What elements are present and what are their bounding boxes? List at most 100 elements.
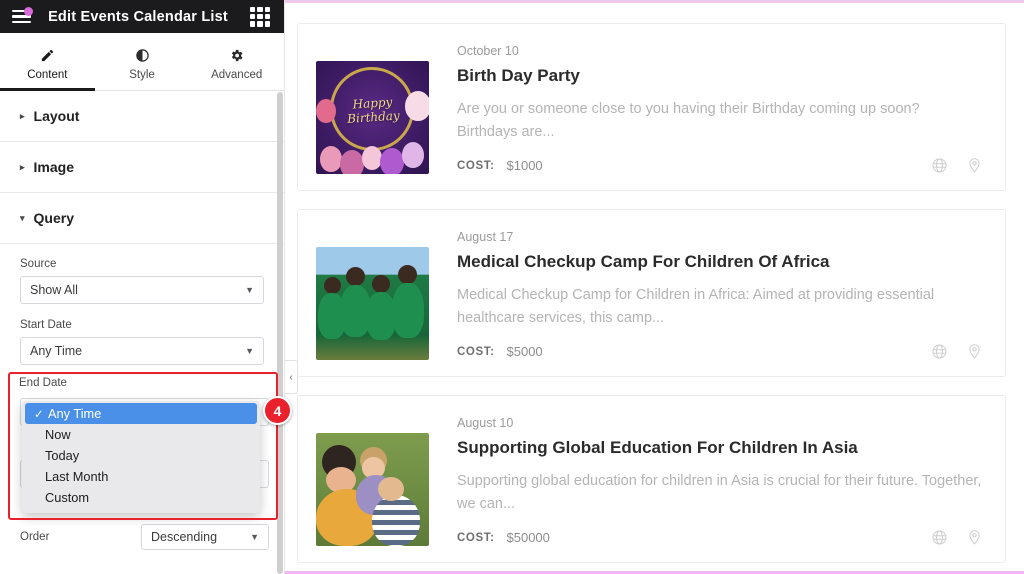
location-pin-icon[interactable]	[966, 529, 983, 546]
start-date-label: Start Date	[20, 319, 72, 331]
section-image[interactable]: ▸ Image	[0, 142, 284, 193]
order-row: Order Descending ▼	[20, 524, 269, 550]
event-title[interactable]: Supporting Global Education For Children…	[457, 438, 983, 458]
section-query-label: Query	[33, 210, 74, 226]
event-date: August 10	[457, 416, 514, 430]
event-title[interactable]: Birth Day Party	[457, 66, 983, 86]
gear-icon	[229, 47, 244, 64]
location-pin-icon[interactable]	[966, 343, 983, 360]
striped-shirt-shape	[372, 495, 420, 546]
event-card-body: August 10 Supporting Global Education Fo…	[457, 416, 983, 546]
balloon-shape	[405, 91, 429, 121]
dropdown-option-label: Custom	[45, 490, 90, 505]
balloon-shape	[340, 150, 364, 174]
person-head-shape	[372, 275, 390, 293]
cost-value: $50000	[506, 530, 550, 545]
notification-dot-icon	[24, 6, 33, 16]
event-card-body: August 17 Medical Checkup Camp For Child…	[457, 230, 983, 360]
tab-advanced-label: Advanced	[211, 68, 263, 81]
event-card-footer: COST: $5000	[457, 343, 983, 360]
event-date: October 10	[457, 44, 519, 58]
source-value: Show All	[30, 283, 78, 297]
event-date: August 17	[457, 230, 514, 244]
section-image-label: Image	[33, 159, 74, 175]
person-head-shape	[324, 277, 341, 294]
event-description: Are you or someone close to you having t…	[457, 101, 920, 141]
face-shape	[378, 477, 404, 501]
event-title[interactable]: Medical Checkup Camp For Children Of Afr…	[457, 252, 983, 272]
order-select[interactable]: Descending ▼	[141, 524, 269, 550]
balloon-shape	[402, 142, 424, 168]
panel-tabs: Content Style Advanced	[0, 33, 284, 91]
globe-icon[interactable]	[931, 529, 948, 546]
chevron-down-icon: ▾	[20, 212, 25, 223]
event-thumbnail-image	[316, 247, 429, 360]
tab-style[interactable]: Style	[95, 33, 190, 90]
panel-collapse-handle[interactable]: ‹	[285, 360, 298, 394]
cost-value: $1000	[506, 158, 543, 173]
tab-style-label: Style	[129, 68, 155, 81]
event-description: Supporting global education for children…	[457, 473, 982, 513]
annotation-step-badge: 4	[263, 396, 292, 425]
hamburger-menu-icon[interactable]	[8, 6, 34, 28]
balloon-shape	[316, 99, 336, 123]
dropdown-option-label: Today	[45, 448, 80, 463]
editor-window: Edit Events Calendar List Content Style	[0, 0, 1024, 574]
section-layout-label: Layout	[33, 108, 80, 124]
contrast-half-circle-icon	[135, 47, 150, 64]
dropdown-option-label: Any Time	[48, 406, 102, 421]
grid-apps-icon[interactable]	[250, 6, 270, 27]
tab-content[interactable]: Content	[0, 33, 95, 91]
event-card[interactable]: August 10 Supporting Global Education Fo…	[297, 395, 1006, 563]
pencil-icon	[40, 47, 55, 64]
cost-label: COST:	[457, 531, 495, 544]
event-card-icons	[931, 343, 983, 360]
balloon-shape	[362, 146, 382, 170]
location-pin-icon[interactable]	[966, 157, 983, 174]
event-card-icons	[931, 529, 983, 546]
chevron-right-icon: ▸	[20, 110, 25, 121]
event-card-footer: COST: $50000	[457, 529, 983, 546]
event-card-footer: COST: $1000	[457, 157, 983, 174]
event-card[interactable]: Happy Birthday October 10 Birth Day Party…	[297, 23, 1006, 191]
event-thumbnail-image	[316, 433, 429, 546]
section-layout[interactable]: ▸ Layout	[0, 91, 284, 142]
source-select[interactable]: Show All ▼	[20, 276, 264, 304]
event-card[interactable]: August 17 Medical Checkup Camp For Child…	[297, 209, 1006, 377]
panel-header: Edit Events Calendar List	[0, 0, 284, 33]
tab-advanced[interactable]: Advanced	[189, 33, 284, 90]
thumbnail-caption: Happy Birthday	[346, 94, 400, 126]
dropdown-option-today[interactable]: Today	[22, 445, 260, 466]
tab-content-label: Content	[27, 68, 68, 81]
person-head-shape	[346, 267, 365, 286]
globe-icon[interactable]	[931, 157, 948, 174]
event-card-body: October 10 Birth Day Party Are you or so…	[457, 44, 983, 174]
page-title: Edit Events Calendar List	[48, 8, 228, 25]
chevron-down-icon: ▼	[245, 346, 254, 356]
elementor-settings-panel: Edit Events Calendar List Content Style	[0, 0, 292, 574]
chevron-down-icon: ▼	[245, 285, 254, 295]
end-date-label: End Date	[19, 377, 67, 389]
end-date-dropdown-menu[interactable]: ✓ Any Time Now Today Last Month Custom	[22, 401, 260, 513]
order-value: Descending	[151, 530, 218, 544]
balloon-shape	[380, 148, 404, 174]
event-description: Medical Checkup Camp for Children in Afr…	[457, 287, 935, 327]
dropdown-option-any-time[interactable]: ✓ Any Time	[25, 403, 257, 424]
dropdown-option-now[interactable]: Now	[22, 424, 260, 445]
section-query[interactable]: ▾ Query	[0, 193, 284, 244]
order-label: Order	[20, 531, 50, 543]
chevron-down-icon: ▼	[250, 532, 259, 542]
globe-icon[interactable]	[931, 343, 948, 360]
chevron-right-icon: ▸	[20, 161, 25, 172]
cost-value: $5000	[506, 344, 543, 359]
start-date-select[interactable]: Any Time ▼	[20, 337, 264, 365]
dropdown-option-label: Last Month	[45, 469, 109, 484]
cost-label: COST:	[457, 345, 495, 358]
dropdown-option-last-month[interactable]: Last Month	[22, 466, 260, 487]
query-settings-body: Source Show All ▼ Start Date Any Time ▼	[0, 244, 284, 386]
dropdown-option-custom[interactable]: Custom	[22, 487, 260, 508]
event-card-icons	[931, 157, 983, 174]
dropdown-option-label: Now	[45, 427, 71, 442]
source-label: Source	[20, 258, 57, 270]
panel-scrollbar[interactable]	[277, 92, 283, 574]
